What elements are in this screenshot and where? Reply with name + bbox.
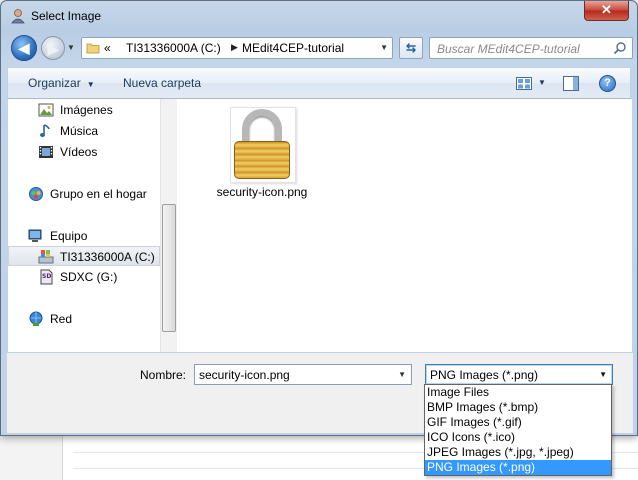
chevron-down-icon[interactable]: ▼ [599, 370, 607, 379]
sidebar-item-videos[interactable]: Vídeos [8, 142, 160, 162]
search-placeholder: Buscar MEdit4CEP-tutorial [437, 42, 580, 56]
file-type-option-selected[interactable]: PNG Images (*.png) [425, 460, 611, 475]
chevron-down-icon[interactable]: ▼ [398, 370, 406, 379]
view-options-dropdown[interactable]: ▼ [538, 78, 546, 87]
file-type-option[interactable]: ICO Icons (*.ico) [425, 430, 611, 445]
homegroup-icon [29, 187, 43, 201]
sidebar-item-label: Imágenes [60, 103, 113, 117]
file-name-value: security-icon.png [199, 368, 290, 382]
folder-icon [86, 43, 100, 54]
sidebar-item-label: Red [50, 312, 73, 326]
window-title: Select Image [31, 9, 102, 23]
back-button[interactable]: ◀ [11, 35, 37, 61]
lock-body [234, 141, 290, 179]
sidebar-item-label: Vídeos [60, 145, 98, 159]
file-item[interactable]: security-icon.png [197, 105, 327, 205]
sidebar-item-label: SDXC (G:) [60, 270, 118, 284]
videos-icon [39, 146, 53, 158]
title-bar[interactable]: Select Image ✕ [1, 1, 637, 31]
organize-label: Organizar [28, 76, 81, 90]
scroll-thumb[interactable] [162, 204, 176, 332]
new-folder-button[interactable]: Nueva carpeta [123, 76, 201, 90]
forward-button[interactable]: ▶ [41, 36, 65, 60]
breadcrumb-folder[interactable]: MEdit4CEP-tutorial [242, 41, 344, 55]
chevron-down-icon: ▼ [86, 80, 95, 89]
sidebar-item-sdxc[interactable]: SD SDXC (G:) [8, 267, 160, 287]
navigation-bar: ◀ ▶ ▼ « TI31336000A (C:) ▶ MEdit4CEP-tut… [7, 33, 633, 63]
file-list: security-icon.png [177, 99, 632, 352]
help-icon[interactable]: ? [599, 75, 616, 92]
file-name-label: Nombre: [140, 368, 187, 382]
svg-text:SD: SD [42, 273, 51, 280]
preview-pane-icon[interactable] [563, 76, 579, 91]
address-bar[interactable]: « TI31336000A (C:) ▶ MEdit4CEP-tutorial … [81, 37, 393, 59]
select-image-dialog: Select Image ✕ ◀ ▶ ▼ « TI31336000A (C:) … [0, 0, 638, 436]
network-icon [29, 311, 43, 326]
sidebar-item-label: Música [60, 124, 99, 138]
drive-icon [38, 250, 54, 264]
recent-locations-dropdown[interactable]: ▼ [67, 43, 75, 52]
music-icon [40, 124, 50, 137]
search-input[interactable]: Buscar MEdit4CEP-tutorial [429, 37, 633, 59]
file-type-option[interactable]: GIF Images (*.gif) [425, 415, 611, 430]
file-type-option[interactable]: JPEG Images (*.jpg, *.jpeg) [425, 445, 611, 460]
forward-arrow-icon: ▶ [47, 41, 59, 57]
sidebar-item-label: Grupo en el hogar [50, 187, 147, 201]
navigation-scrollbar[interactable] [160, 99, 177, 352]
pictures-icon [38, 103, 54, 117]
address-history-dropdown[interactable]: ▼ [380, 43, 388, 52]
change-view-icon[interactable] [516, 77, 532, 90]
sidebar-item-computer[interactable]: Equipo [8, 226, 160, 246]
close-button[interactable]: ✕ [584, 1, 629, 21]
search-icon [613, 42, 626, 55]
file-type-dropdown: Image Files BMP Images (*.bmp) GIF Image… [424, 384, 612, 476]
breadcrumb-drive[interactable]: TI31336000A (C:) [126, 41, 221, 55]
computer-icon [28, 229, 42, 242]
file-name-field[interactable]: security-icon.png ▼ [194, 364, 412, 385]
close-icon: ✕ [601, 2, 612, 17]
command-bar: Organizar ▼ Nueva carpeta ▼ ? [7, 67, 631, 99]
navigation-pane: Imágenes Música Vídeos Grupo en el hogar… [8, 99, 160, 352]
organize-menu[interactable]: Organizar ▼ [28, 76, 95, 90]
sidebar-item-homegroup[interactable]: Grupo en el hogar [8, 184, 160, 204]
refresh-button[interactable]: ⇆ [399, 37, 423, 59]
breadcrumb-overflow[interactable]: « [104, 41, 111, 55]
app-user-icon [11, 9, 25, 24]
file-type-option[interactable]: BMP Images (*.bmp) [425, 400, 611, 415]
breadcrumb-separator-icon[interactable]: ▶ [231, 42, 238, 53]
refresh-icon: ⇆ [405, 41, 417, 55]
sidebar-item-label: Equipo [50, 229, 88, 243]
sidebar-item-pictures[interactable]: Imágenes [8, 100, 160, 120]
sidebar-item-label: TI31336000A (C:) [60, 250, 155, 264]
sidebar-item-drive-c[interactable]: TI31336000A (C:) [8, 246, 160, 266]
sidebar-item-network[interactable]: Red [8, 309, 160, 329]
file-type-option[interactable]: Image Files [425, 385, 611, 400]
sidebar-item-music[interactable]: Música [8, 121, 160, 141]
sd-card-icon: SD [40, 269, 53, 285]
back-arrow-icon: ◀ [18, 40, 30, 56]
file-name: security-icon.png [216, 185, 308, 199]
file-type-value: PNG Images (*.png) [430, 368, 539, 382]
file-type-select[interactable]: PNG Images (*.png) ▼ [425, 364, 613, 385]
